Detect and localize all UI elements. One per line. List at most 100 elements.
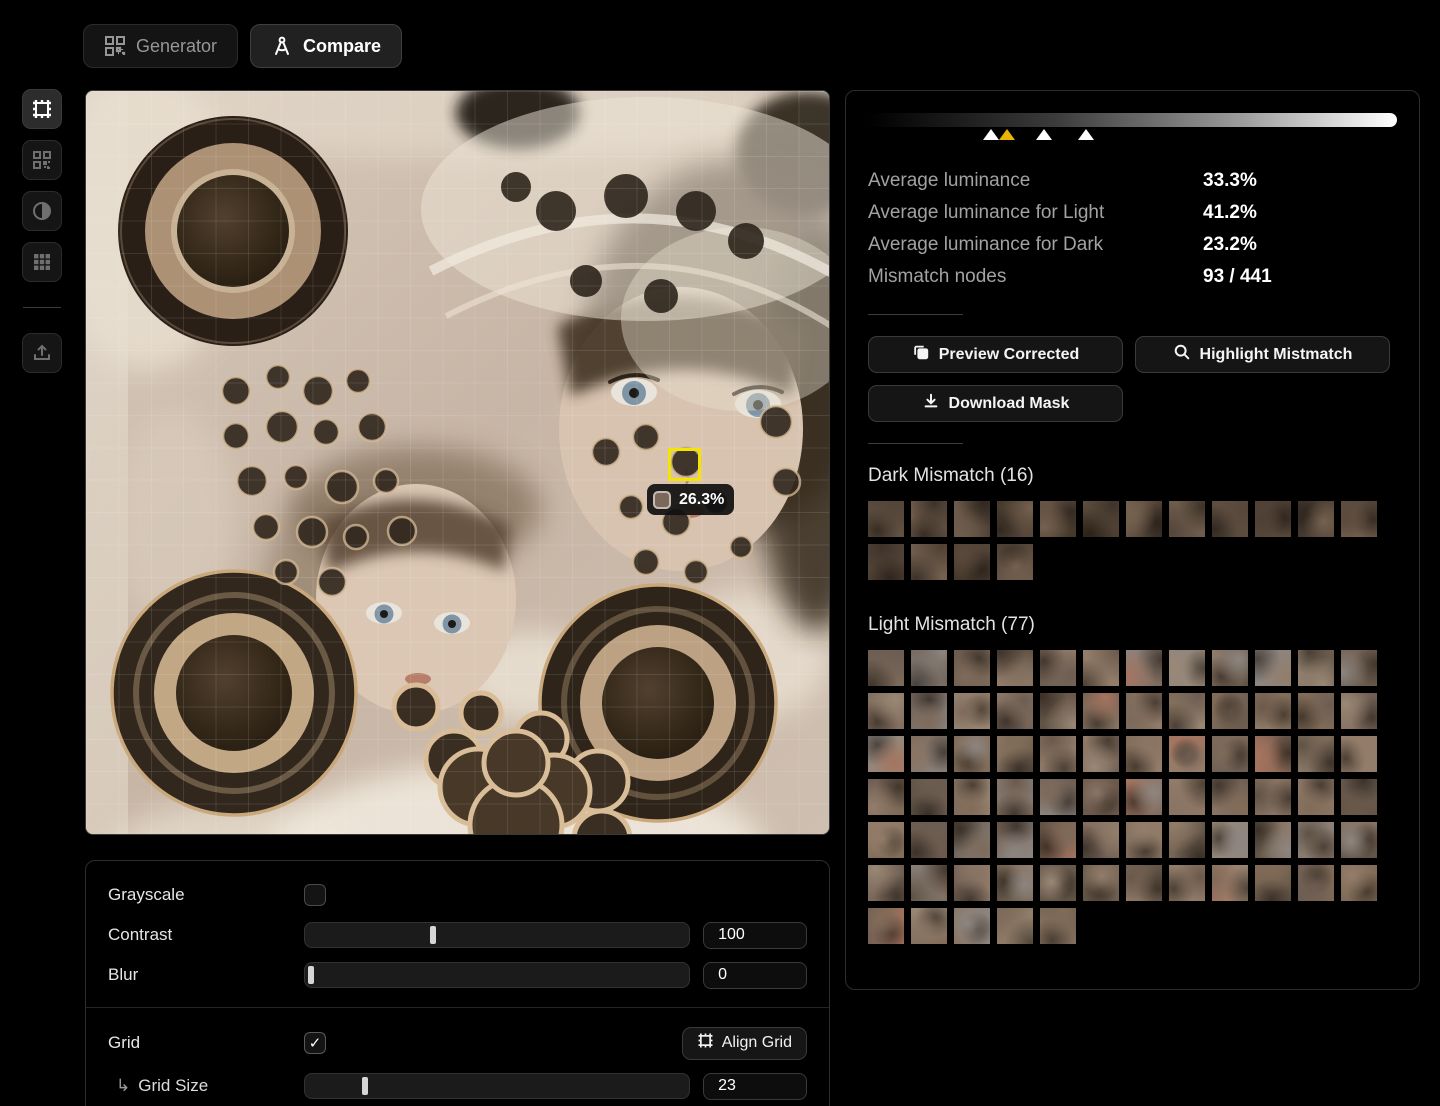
mismatch-thumbnail[interactable] [1126,693,1162,729]
mismatch-thumbnail[interactable] [954,779,990,815]
mismatch-thumbnail[interactable] [1083,779,1119,815]
mismatch-thumbnail[interactable] [1040,650,1076,686]
mismatch-thumbnail[interactable] [1255,822,1291,858]
mismatch-thumbnail[interactable] [868,736,904,772]
mismatch-thumbnail[interactable] [1169,693,1205,729]
mismatch-thumbnail[interactable] [1126,779,1162,815]
mismatch-thumbnail[interactable] [997,736,1033,772]
mismatch-thumbnail[interactable] [1169,736,1205,772]
tab-compare[interactable]: Compare [250,24,402,68]
mismatch-thumbnail[interactable] [1341,865,1377,901]
mismatch-thumbnail[interactable] [1212,693,1248,729]
mismatch-thumbnail[interactable] [868,779,904,815]
frame-tool-button[interactable] [22,89,62,129]
download-mask-button[interactable]: Download Mask [868,385,1123,422]
mismatch-thumbnail[interactable] [911,501,947,537]
mismatch-thumbnail[interactable] [1083,693,1119,729]
mismatch-thumbnail[interactable] [1341,736,1377,772]
mismatch-thumbnail[interactable] [1126,736,1162,772]
mismatch-thumbnail[interactable] [1341,693,1377,729]
grayscale-checkbox[interactable] [304,884,326,906]
mismatch-thumbnail[interactable] [868,908,904,944]
selected-node-outline[interactable] [668,448,701,481]
mismatch-thumbnail[interactable] [954,822,990,858]
mismatch-thumbnail[interactable] [1126,650,1162,686]
mismatch-thumbnail[interactable] [1126,501,1162,537]
mismatch-thumbnail[interactable] [1212,822,1248,858]
mismatch-thumbnail[interactable] [1169,865,1205,901]
mismatch-thumbnail[interactable] [1083,865,1119,901]
mismatch-thumbnail[interactable] [1083,650,1119,686]
mismatch-thumbnail[interactable] [868,544,904,580]
highlight-mismatch-button[interactable]: Highlight Mistmatch [1135,336,1390,373]
mismatch-thumbnail[interactable] [1212,865,1248,901]
mismatch-thumbnail[interactable] [1341,501,1377,537]
tab-generator[interactable]: Generator [83,24,238,68]
contrast-tool-button[interactable] [22,191,62,231]
contrast-value[interactable]: 100 [703,922,807,949]
mismatch-thumbnail[interactable] [1040,908,1076,944]
mismatch-thumbnail[interactable] [997,501,1033,537]
mismatch-thumbnail[interactable] [1040,501,1076,537]
mismatch-thumbnail[interactable] [1298,736,1334,772]
mismatch-thumbnail[interactable] [954,908,990,944]
mismatch-thumbnail[interactable] [911,908,947,944]
contrast-slider-thumb[interactable] [430,926,436,944]
blur-value[interactable]: 0 [703,962,807,989]
mismatch-thumbnail[interactable] [1212,501,1248,537]
blur-slider-thumb[interactable] [308,966,314,984]
mismatch-thumbnail[interactable] [1255,779,1291,815]
mismatch-thumbnail[interactable] [1040,736,1076,772]
mismatch-thumbnail[interactable] [954,650,990,686]
mismatch-thumbnail[interactable] [1298,822,1334,858]
mismatch-thumbnail[interactable] [1169,822,1205,858]
mismatch-thumbnail[interactable] [868,693,904,729]
mismatch-thumbnail[interactable] [1341,822,1377,858]
mismatch-thumbnail[interactable] [911,650,947,686]
mismatch-thumbnail[interactable] [911,865,947,901]
mismatch-thumbnail[interactable] [1083,736,1119,772]
mismatch-thumbnail[interactable] [1255,693,1291,729]
grid-tool-button[interactable] [22,242,62,282]
mismatch-thumbnail[interactable] [997,544,1033,580]
mismatch-thumbnail[interactable] [954,693,990,729]
mismatch-thumbnail[interactable] [1040,779,1076,815]
mismatch-thumbnail[interactable] [1255,736,1291,772]
align-grid-button[interactable]: Align Grid [682,1027,807,1060]
mismatch-thumbnail[interactable] [1083,501,1119,537]
mismatch-thumbnail[interactable] [868,501,904,537]
mismatch-thumbnail[interactable] [911,779,947,815]
mismatch-thumbnail[interactable] [1341,779,1377,815]
mismatch-thumbnail[interactable] [997,865,1033,901]
mismatch-thumbnail[interactable] [1255,501,1291,537]
mismatch-thumbnail[interactable] [1040,865,1076,901]
mismatch-thumbnail[interactable] [1169,650,1205,686]
mismatch-thumbnail[interactable] [868,650,904,686]
blur-slider[interactable] [304,962,690,988]
preview-corrected-button[interactable]: Preview Corrected [868,336,1123,373]
mismatch-thumbnail[interactable] [1126,865,1162,901]
mismatch-thumbnail[interactable] [911,544,947,580]
mismatch-thumbnail[interactable] [1040,693,1076,729]
grid-size-value[interactable]: 23 [703,1073,807,1100]
mismatch-thumbnail[interactable] [1126,822,1162,858]
mismatch-thumbnail[interactable] [997,908,1033,944]
mismatch-thumbnail[interactable] [911,693,947,729]
compare-canvas[interactable]: 26.3% [85,90,830,835]
mismatch-thumbnail[interactable] [1298,779,1334,815]
grid-size-slider[interactable] [304,1073,690,1099]
mismatch-thumbnail[interactable] [911,736,947,772]
mismatch-thumbnail[interactable] [997,822,1033,858]
contrast-slider[interactable] [304,922,690,948]
mismatch-thumbnail[interactable] [1169,501,1205,537]
mismatch-thumbnail[interactable] [997,650,1033,686]
mismatch-thumbnail[interactable] [1083,822,1119,858]
qr-tool-button[interactable] [22,140,62,180]
mismatch-thumbnail[interactable] [1298,865,1334,901]
mismatch-thumbnail[interactable] [1040,822,1076,858]
mismatch-thumbnail[interactable] [1298,693,1334,729]
mismatch-thumbnail[interactable] [1212,779,1248,815]
mismatch-thumbnail[interactable] [1169,779,1205,815]
mismatch-thumbnail[interactable] [954,501,990,537]
mismatch-thumbnail[interactable] [1255,865,1291,901]
